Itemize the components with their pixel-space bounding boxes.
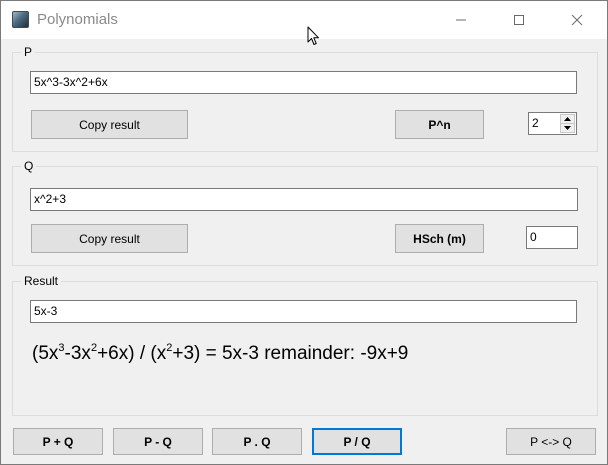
maximize-button[interactable] xyxy=(496,1,542,39)
result-input[interactable]: 5x-3 xyxy=(30,300,577,323)
minimize-button[interactable] xyxy=(438,1,484,39)
subtract-button[interactable]: P - Q xyxy=(113,428,203,455)
power-value: 2 xyxy=(532,116,539,130)
q-group-label: Q xyxy=(21,159,37,173)
add-button[interactable]: P + Q xyxy=(13,428,103,455)
spin-down-button[interactable] xyxy=(560,123,575,133)
swap-button[interactable]: P <-> Q xyxy=(506,428,596,455)
app-icon xyxy=(12,11,29,28)
close-icon xyxy=(571,14,583,26)
divide-button[interactable]: P / Q xyxy=(312,428,402,455)
maximize-icon xyxy=(514,15,524,25)
q-copy-result-button[interactable]: Copy result xyxy=(31,224,188,253)
p-power-button[interactable]: P^n xyxy=(395,110,484,139)
power-stepper[interactable]: 2 xyxy=(528,112,577,135)
mouse-cursor-icon xyxy=(307,26,319,45)
title-bar[interactable]: Polynomials xyxy=(1,1,607,39)
window-title: Polynomials xyxy=(37,11,118,28)
result-group-label: Result xyxy=(21,274,62,288)
close-button[interactable] xyxy=(554,1,600,39)
multiply-button[interactable]: P . Q xyxy=(212,428,302,455)
result-expression: (5x3-3x2+6x) / (x2+3) = 5x-3 remainder: … xyxy=(32,342,409,364)
spin-up-icon xyxy=(564,117,571,121)
p-input[interactable]: 5x^3-3x^2+6x xyxy=(30,71,577,94)
main-window: Polynomials P 5x^3-3x^2+6x Copy result P… xyxy=(0,0,608,465)
p-copy-result-button[interactable]: Copy result xyxy=(31,110,188,139)
minimize-icon xyxy=(456,19,466,21)
hsch-input[interactable]: 0 xyxy=(526,226,578,249)
hsch-button[interactable]: HSch (m) xyxy=(395,224,484,253)
spin-down-icon xyxy=(564,126,571,130)
q-input[interactable]: x^2+3 xyxy=(30,188,578,211)
p-group-label: P xyxy=(21,45,36,59)
